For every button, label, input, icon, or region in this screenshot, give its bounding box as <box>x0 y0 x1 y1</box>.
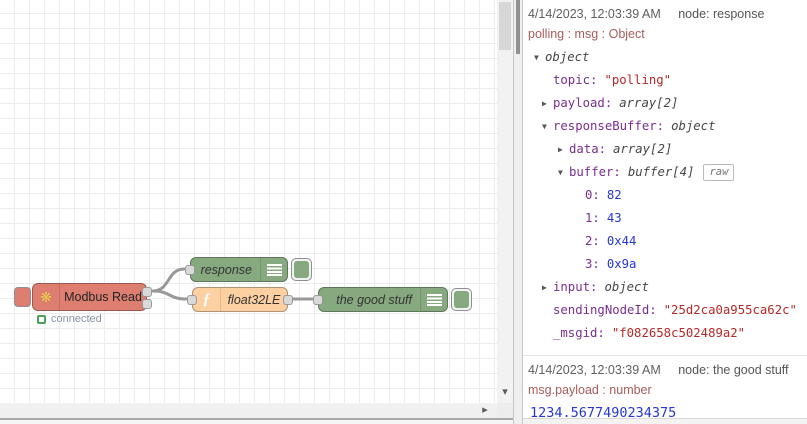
node-debug-response[interactable]: response <box>185 257 288 282</box>
raw-button[interactable]: raw <box>703 164 735 181</box>
scrollbar-thumb[interactable] <box>499 2 511 50</box>
input-port[interactable] <box>187 295 197 305</box>
wire[interactable] <box>151 267 186 293</box>
tree-row: 20x44 <box>528 230 803 253</box>
message-meta: msg.payload : number <box>528 383 652 397</box>
node-label: float32LE <box>227 292 281 307</box>
status-connected-icon <box>37 314 46 324</box>
object-tree: ▼object topic"polling" ▶payloadarray[2] … <box>528 46 803 345</box>
debug-message: 4/14/2023, 12:03:39 AM node: response po… <box>523 0 807 356</box>
tree-row: ▼responseBufferobject <box>528 115 803 138</box>
sidebar-footer <box>523 418 807 424</box>
tree-row: ▶dataarray[2] <box>528 138 803 161</box>
input-port[interactable] <box>185 265 195 275</box>
output-port-1[interactable] <box>142 287 152 297</box>
debug-message-header: 4/14/2023, 12:03:39 AM node: the good st… <box>528 363 803 377</box>
source-node: node: the good stuff <box>678 363 789 377</box>
node-modbus-read[interactable]: ❋ Modbus Read <box>32 283 152 311</box>
chevron-right-icon[interactable]: ▶ <box>542 92 553 115</box>
node-label: Modbus Read <box>64 290 142 304</box>
sidebar-splitter[interactable] <box>513 0 523 424</box>
tree-row: ▼ object <box>528 46 803 69</box>
timestamp: 4/14/2023, 12:03:39 AM <box>528 7 661 21</box>
debug-icon <box>260 258 287 281</box>
output-port-2[interactable] <box>142 299 152 309</box>
scrollbar-corner <box>497 403 513 418</box>
workspace-pane: ❋ Modbus Read connected response ƒ float… <box>0 0 513 424</box>
debug-icon <box>420 288 447 311</box>
tree-row: topic"polling" <box>528 69 803 92</box>
tree-row: ▶payloadarray[2] <box>528 92 803 115</box>
timestamp: 4/14/2023, 12:03:39 AM <box>528 363 661 377</box>
debug-toggle-button[interactable] <box>291 258 312 281</box>
tree-row: ▼bufferbuffer[4]raw <box>528 161 803 184</box>
tree-row: sendingNodeId"25d2ca0a955ca62c" <box>528 299 803 322</box>
wire[interactable] <box>151 289 188 301</box>
tree-row: 143 <box>528 207 803 230</box>
scroll-right-icon[interactable]: ▸ <box>477 403 493 418</box>
debug-message-header: 4/14/2023, 12:03:39 AM node: response <box>528 7 803 21</box>
node-status: connected <box>37 313 102 325</box>
function-icon: ƒ <box>193 288 221 311</box>
node-label: the good stuff <box>336 292 412 307</box>
status-text: connected <box>51 313 102 325</box>
modbus-icon: ❋ <box>33 284 60 310</box>
tree-row: ▶inputobject <box>528 276 803 299</box>
flow-canvas[interactable]: ❋ Modbus Read connected response ƒ float… <box>0 0 497 403</box>
chevron-right-icon[interactable]: ▶ <box>542 276 553 299</box>
node-red-window: ❋ Modbus Read connected response ƒ float… <box>0 0 807 424</box>
wire-layer <box>151 267 314 301</box>
debug-message: 4/14/2023, 12:03:39 AM node: the good st… <box>523 356 807 424</box>
input-port[interactable] <box>313 295 323 305</box>
chevron-down-icon[interactable]: ▼ <box>558 161 569 184</box>
source-node: node: response <box>678 7 765 21</box>
modbus-node-button[interactable] <box>14 287 31 307</box>
scrollbar-thumb[interactable] <box>516 0 520 54</box>
node-label: response <box>200 262 252 277</box>
chevron-down-icon[interactable]: ▼ <box>534 46 545 69</box>
node-debug-the-good-stuff[interactable]: the good stuff <box>313 287 448 312</box>
debug-toggle-button[interactable] <box>451 288 472 311</box>
tree-row: 082 <box>528 184 803 207</box>
output-port[interactable] <box>283 295 293 305</box>
debug-sidebar: 4/14/2023, 12:03:39 AM node: response po… <box>523 0 807 424</box>
node-function-float32le[interactable]: ƒ float32LE <box>187 287 293 312</box>
horizontal-scrollbar[interactable]: ▸ <box>0 403 497 418</box>
chevron-down-icon[interactable]: ▼ <box>542 115 553 138</box>
tree-row: 30x9a <box>528 253 803 276</box>
chevron-right-icon[interactable]: ▶ <box>558 138 569 161</box>
tree-row: _msgid"f082658c502489a2" <box>528 322 803 345</box>
vertical-scrollbar[interactable]: ▾ <box>497 0 513 403</box>
scroll-down-icon[interactable]: ▾ <box>497 385 513 401</box>
message-meta: polling : msg : Object <box>528 27 645 41</box>
